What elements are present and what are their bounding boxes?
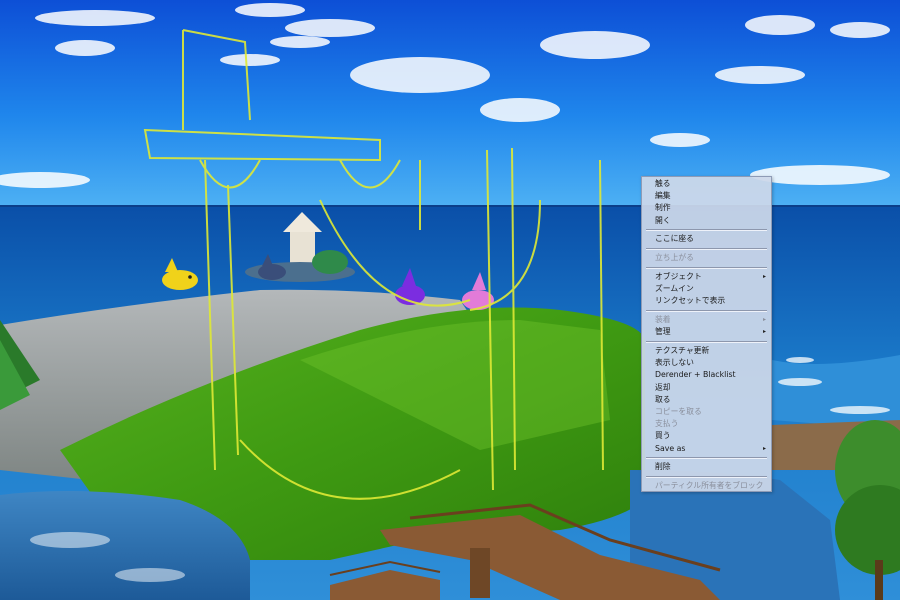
context-menu-item[interactable]: 触る (642, 178, 771, 190)
menu-item-label: 開く (655, 215, 671, 225)
menu-item-label: テクスチャ更新 (655, 346, 710, 356)
context-menu-item: コピーを取る (642, 406, 771, 418)
menu-item-label: 買う (655, 431, 671, 441)
menu-item-label: 管理 (655, 327, 671, 337)
context-menu-item[interactable]: オブジェクト ▸ (642, 271, 771, 283)
menu-separator (646, 309, 767, 312)
context-menu-item: 装着 ▸ (642, 314, 771, 326)
context-menu-item[interactable]: 買う (642, 430, 771, 442)
menu-item-label: 返却 (655, 382, 671, 392)
context-menu-item[interactable]: 管理 ▸ (642, 326, 771, 338)
context-menu-item[interactable]: Save as ▸ (642, 443, 771, 455)
menu-item-label: 削除 (655, 462, 671, 472)
menu-item-label: オブジェクト (655, 271, 702, 281)
submenu-arrow-icon: ▸ (762, 444, 766, 452)
context-menu-item[interactable]: 削除 (642, 461, 771, 473)
context-menu-item[interactable]: 返却 (642, 382, 771, 394)
context-menu-item[interactable]: テクスチャ更新 (642, 345, 771, 357)
context-menu-item: パーティクル所有者をブロック (642, 480, 771, 492)
submenu-arrow-icon: ▸ (762, 328, 766, 336)
menu-separator (646, 475, 767, 478)
menu-item-label: パーティクル所有者をブロック (655, 481, 764, 491)
menu-item-label: ズームイン (655, 284, 694, 294)
menu-item-label: コピーを取る (655, 406, 702, 416)
menu-item-label: 触る (655, 179, 671, 188)
menu-item-label: 表示しない (655, 358, 694, 368)
context-menu-item[interactable]: 取る (642, 394, 771, 406)
context-menu-item[interactable]: 表示しない (642, 357, 771, 369)
submenu-arrow-icon: ▸ (762, 316, 766, 324)
context-menu-item[interactable]: ここに座る (642, 233, 771, 245)
context-menu-item: 支払う (642, 418, 771, 430)
menu-separator (646, 340, 767, 343)
context-menu: 触る 編集 制作 開く ここに座る 立ち上がる オブジェクト ▸ ズームイン リンクセットで表示装… (641, 176, 772, 492)
context-menu-item: 立ち上がる (642, 252, 771, 264)
submenu-arrow-icon: ▸ (762, 272, 766, 280)
menu-separator (646, 266, 767, 269)
menu-separator (646, 457, 767, 460)
menu-item-label: Derender + Blacklist (655, 370, 736, 380)
context-menu-item[interactable]: ズームイン (642, 283, 771, 295)
context-menu-item[interactable]: 制作 (642, 202, 771, 214)
menu-item-label: 装着 (655, 315, 671, 325)
menu-item-label: Save as (655, 443, 686, 453)
context-menu-item[interactable]: 開く (642, 215, 771, 227)
menu-separator (646, 229, 767, 232)
menu-item-label: 支払う (655, 419, 679, 429)
menu-item-label: 取る (655, 394, 671, 404)
menu-item-label: ここに座る (655, 234, 694, 244)
context-menu-item[interactable]: Derender + Blacklist (642, 369, 771, 381)
context-menu-item[interactable]: リンクセットで表示 (642, 295, 771, 307)
menu-item-label: リンクセットで表示 (655, 296, 726, 306)
menu-separator (646, 247, 767, 250)
menu-item-label: 立ち上がる (655, 253, 694, 263)
menu-item-label: 編集 (655, 191, 671, 201)
menu-item-label: 制作 (655, 203, 671, 213)
context-menu-item[interactable]: 編集 (642, 190, 771, 202)
